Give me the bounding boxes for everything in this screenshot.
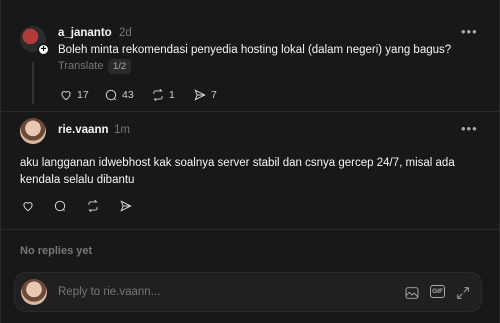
expand-icon[interactable] [455,285,471,301]
send-icon [120,200,132,212]
more-icon[interactable]: ••• [461,24,478,39]
avatar [21,279,47,305]
post-time: 2d [119,27,132,39]
comment-button[interactable]: 43 [104,88,134,102]
reply-input[interactable]: Reply to rie.vaann... [58,286,160,298]
heart-icon [61,91,71,101]
image-icon[interactable] [404,285,420,301]
like-count: 17 [77,89,89,101]
post-text: aku langganan idwebhost kak soalnya serv… [20,157,455,186]
divider [1,229,499,230]
post-time: 1m [114,124,130,136]
translate-link[interactable]: Translate [58,60,103,72]
translation-page-badge[interactable]: 1/2 [108,59,132,74]
repost-count: 1 [169,89,175,101]
repost-icon [153,88,163,102]
comment-icon [105,89,117,101]
repost-button[interactable]: 1 [151,88,175,102]
comment-button[interactable] [53,199,67,213]
avatar[interactable] [20,118,46,144]
share-count: 7 [211,89,217,101]
like-button[interactable]: 17 [59,88,89,102]
heart-icon [23,202,33,212]
more-icon[interactable]: ••• [461,121,478,136]
like-button[interactable] [21,199,35,213]
repost-icon [88,199,98,213]
follow-plus-icon[interactable]: + [37,43,50,56]
post-username[interactable]: a_jananto [58,27,112,39]
thread-line [32,62,34,104]
gif-icon[interactable]: GIF [430,285,445,298]
post-username[interactable]: rie.vaann [58,124,109,136]
no-replies-label: No replies yet [20,245,93,257]
share-button[interactable]: 7 [193,88,217,102]
divider [1,111,499,112]
thread-panel: + a_jananto 2d ••• Boleh minta rekomenda… [0,0,500,323]
comment-count: 43 [122,89,134,101]
send-icon [194,89,206,101]
comment-icon [54,200,66,212]
post-text: Boleh minta rekomendasi penyedia hosting… [58,44,452,56]
repost-button[interactable] [86,199,100,213]
share-button[interactable] [119,199,133,213]
